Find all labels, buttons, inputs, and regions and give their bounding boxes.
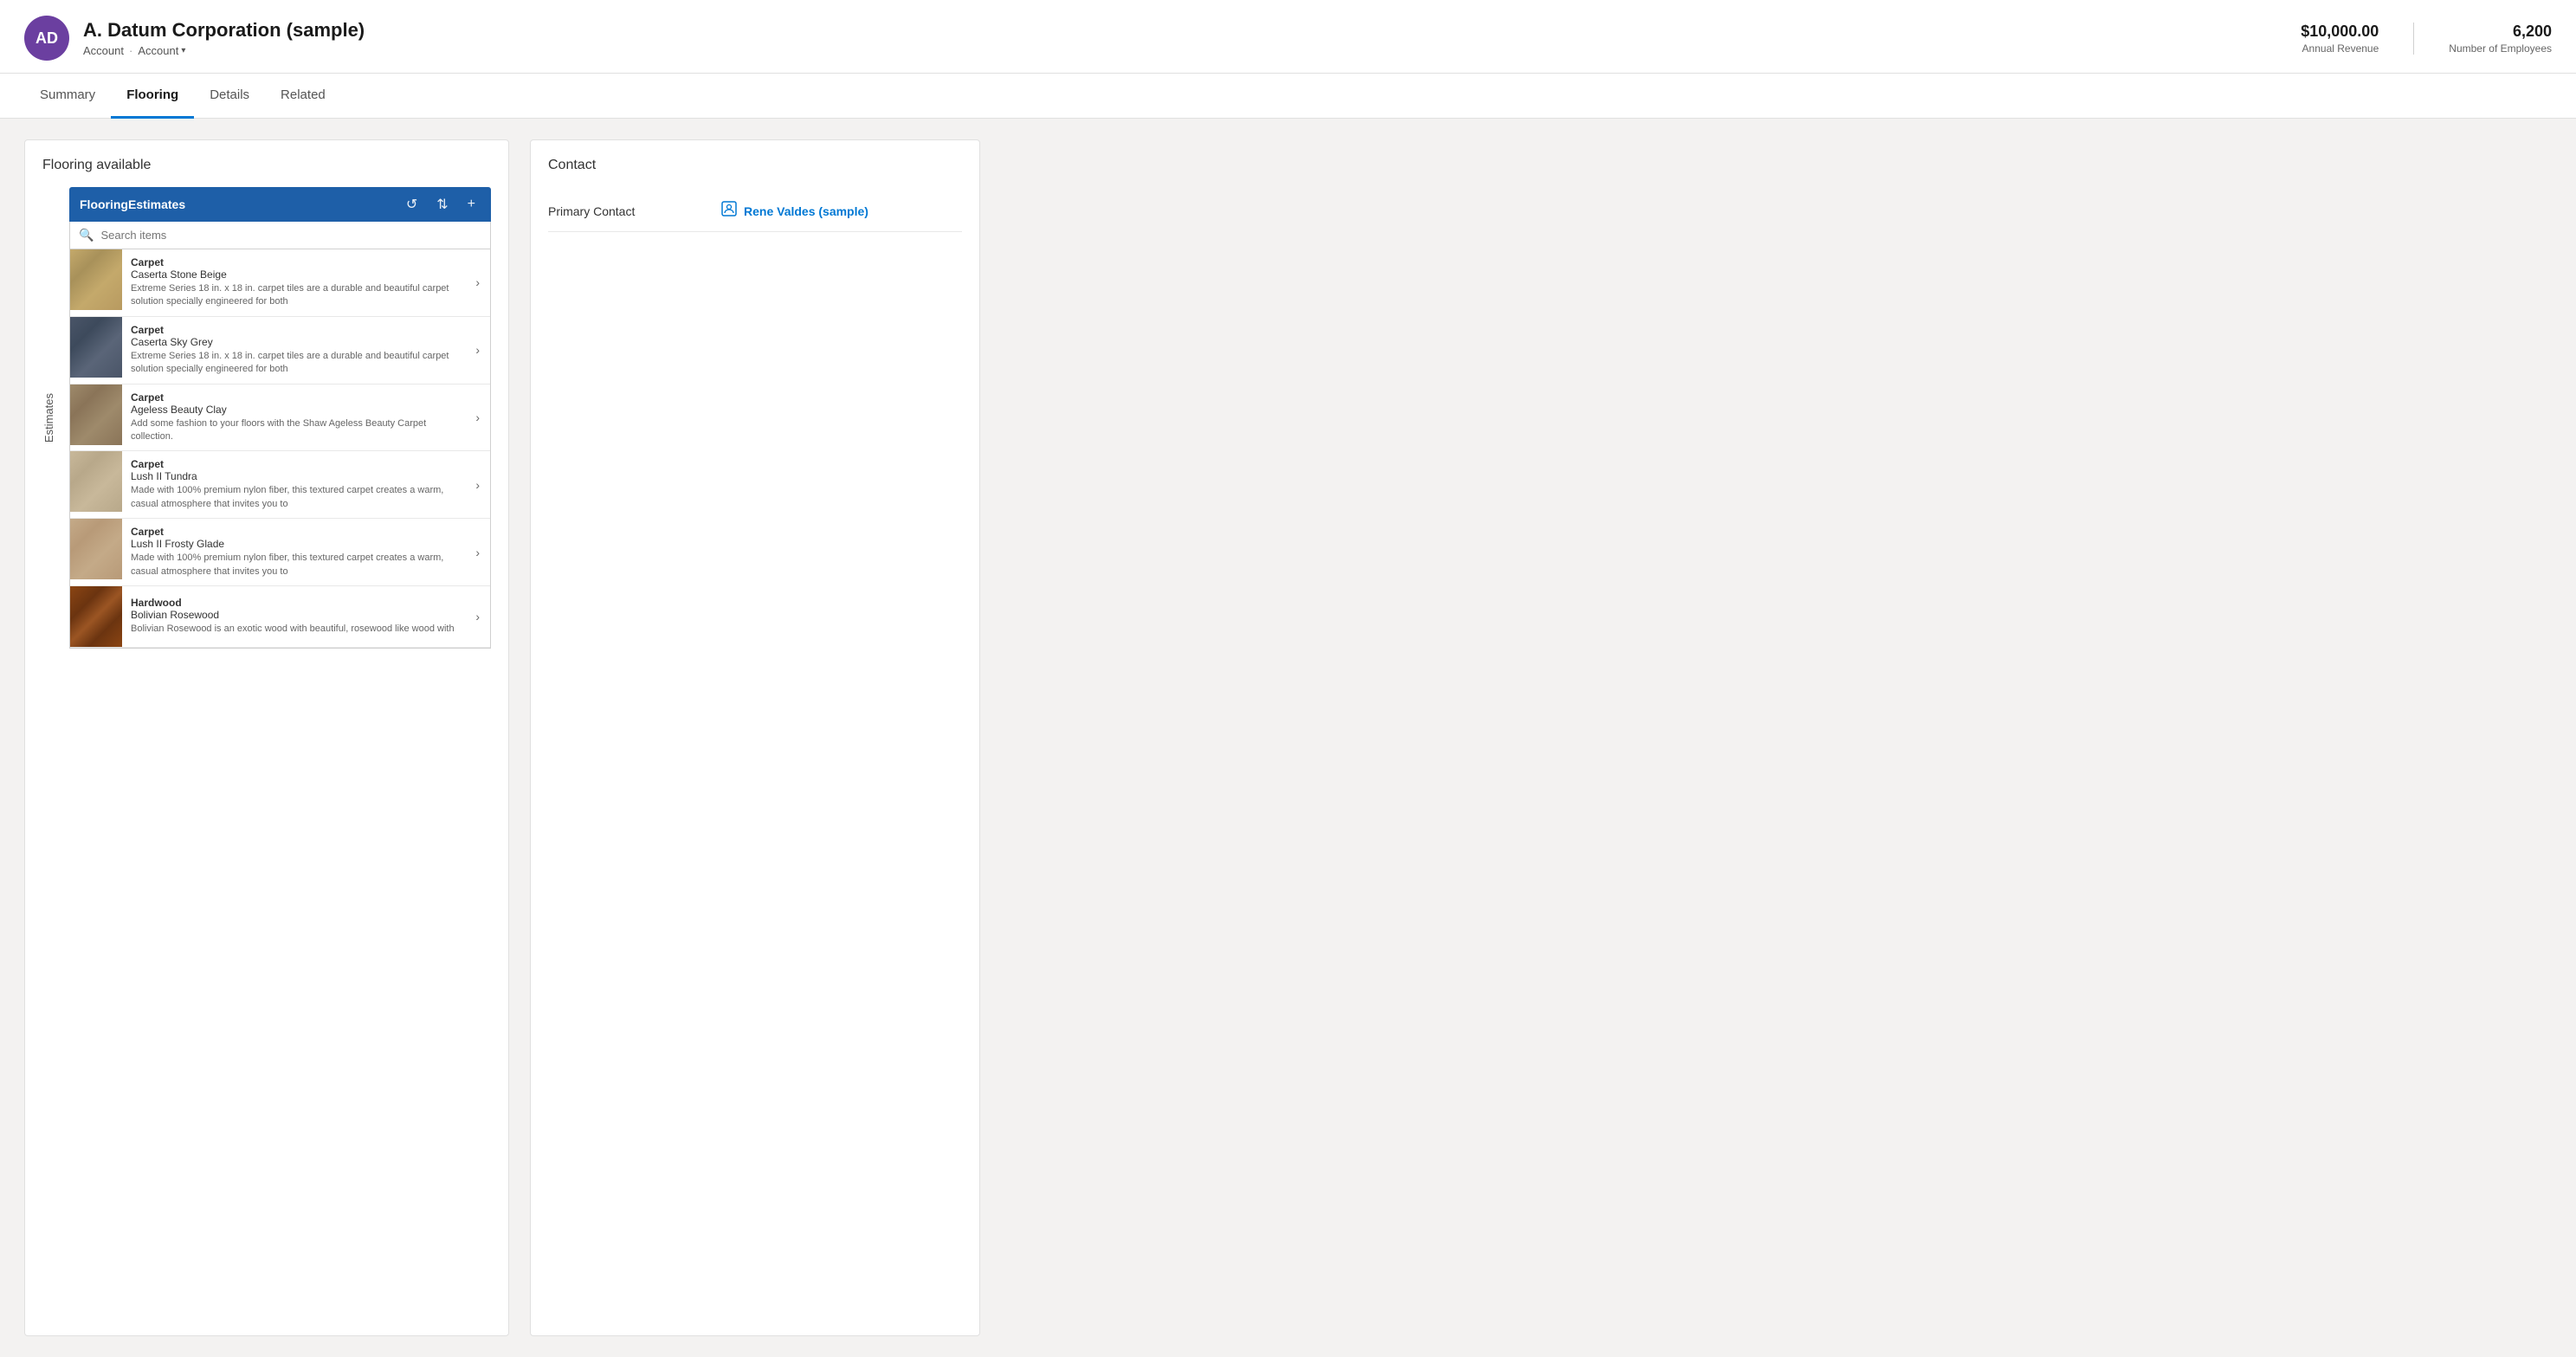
- item-info-5: Hardwood Bolivian Rosewood Bolivian Rose…: [122, 586, 465, 647]
- header-stats: $10,000.00 Annual Revenue 6,200 Number o…: [2301, 23, 2552, 55]
- item-category-0: Carpet: [131, 256, 456, 268]
- item-chevron-0: ›: [465, 249, 490, 316]
- item-desc-2: Add some fashion to your floors with the…: [131, 417, 456, 444]
- breadcrumb: Account · Account ▾: [83, 44, 365, 57]
- avatar: AD: [24, 16, 69, 61]
- item-chevron-5: ›: [465, 586, 490, 647]
- item-desc-5: Bolivian Rosewood is an exotic wood with…: [131, 623, 456, 636]
- header-divider: [2413, 23, 2414, 55]
- contact-person-icon: [721, 201, 737, 221]
- list-item[interactable]: Carpet Caserta Stone Beige Extreme Serie…: [70, 249, 490, 317]
- list-item[interactable]: Carpet Ageless Beauty Clay Add some fash…: [70, 384, 490, 452]
- search-bar: 🔍: [69, 222, 491, 249]
- estimates-content: FlooringEstimates ↺ ⇅ + 🔍: [69, 187, 491, 649]
- item-category-3: Carpet: [131, 458, 456, 470]
- breadcrumb-separator: ·: [129, 44, 132, 57]
- item-desc-3: Made with 100% premium nylon fiber, this…: [131, 484, 456, 511]
- estimates-toolbar-label: FlooringEstimates: [80, 197, 392, 211]
- item-category-4: Carpet: [131, 526, 456, 538]
- tab-summary[interactable]: Summary: [24, 74, 111, 119]
- item-list: Carpet Caserta Stone Beige Extreme Serie…: [69, 249, 491, 649]
- item-category-5: Hardwood: [131, 597, 456, 609]
- item-category-1: Carpet: [131, 324, 456, 336]
- item-thumbnail-2: [70, 384, 122, 445]
- estimates-toolbar: FlooringEstimates ↺ ⇅ +: [69, 187, 491, 222]
- sort-button[interactable]: ⇅: [431, 194, 453, 215]
- employees-value: 6,200: [2449, 23, 2552, 41]
- item-info-0: Carpet Caserta Stone Beige Extreme Serie…: [122, 249, 465, 316]
- item-thumbnail-0: [70, 249, 122, 310]
- flooring-panel: Flooring available Estimates FlooringEst…: [24, 139, 509, 1336]
- header-info: A. Datum Corporation (sample) Account · …: [83, 19, 365, 57]
- refresh-button[interactable]: ↺: [401, 194, 423, 215]
- main-content: Flooring available Estimates FlooringEst…: [0, 119, 2576, 1357]
- header: AD A. Datum Corporation (sample) Account…: [0, 0, 2576, 74]
- annual-revenue-value: $10,000.00: [2301, 23, 2379, 41]
- item-name-0: Caserta Stone Beige: [131, 268, 456, 281]
- contact-panel: Contact Primary Contact Rene Valdes (sam…: [530, 139, 980, 1336]
- search-icon: 🔍: [79, 228, 94, 242]
- item-thumbnail-3: [70, 451, 122, 512]
- tab-related[interactable]: Related: [265, 74, 341, 119]
- contact-row: Primary Contact Rene Valdes (sample): [548, 191, 962, 232]
- item-info-4: Carpet Lush II Frosty Glade Made with 10…: [122, 519, 465, 585]
- item-chevron-1: ›: [465, 317, 490, 384]
- primary-contact-link[interactable]: Rene Valdes (sample): [744, 204, 868, 218]
- flooring-panel-title: Flooring available: [42, 158, 491, 173]
- estimates-side-label: Estimates: [42, 393, 55, 443]
- employees-stat: 6,200 Number of Employees: [2449, 23, 2552, 55]
- list-item[interactable]: Carpet Lush II Frosty Glade Made with 10…: [70, 519, 490, 586]
- tab-details[interactable]: Details: [194, 74, 265, 119]
- item-desc-0: Extreme Series 18 in. x 18 in. carpet ti…: [131, 282, 456, 309]
- list-item[interactable]: Carpet Lush II Tundra Made with 100% pre…: [70, 451, 490, 519]
- annual-revenue-stat: $10,000.00 Annual Revenue: [2301, 23, 2379, 55]
- item-thumbnail-5: [70, 586, 122, 647]
- contact-value: Rene Valdes (sample): [721, 201, 868, 221]
- item-name-3: Lush II Tundra: [131, 470, 456, 482]
- item-name-2: Ageless Beauty Clay: [131, 404, 456, 416]
- item-desc-4: Made with 100% premium nylon fiber, this…: [131, 552, 456, 578]
- page-title: A. Datum Corporation (sample): [83, 19, 365, 42]
- item-category-2: Carpet: [131, 391, 456, 404]
- item-name-1: Caserta Sky Grey: [131, 336, 456, 348]
- annual-revenue-label: Annual Revenue: [2301, 42, 2379, 55]
- list-item[interactable]: Hardwood Bolivian Rosewood Bolivian Rose…: [70, 586, 490, 648]
- item-thumbnail-1: [70, 317, 122, 378]
- list-item[interactable]: Carpet Caserta Sky Grey Extreme Series 1…: [70, 317, 490, 384]
- employees-label: Number of Employees: [2449, 42, 2552, 55]
- chevron-down-icon: ▾: [181, 46, 185, 55]
- item-info-2: Carpet Ageless Beauty Clay Add some fash…: [122, 384, 465, 451]
- item-chevron-3: ›: [465, 451, 490, 518]
- account-dropdown[interactable]: Account ▾: [138, 44, 185, 57]
- item-desc-1: Extreme Series 18 in. x 18 in. carpet ti…: [131, 350, 456, 377]
- item-name-5: Bolivian Rosewood: [131, 609, 456, 621]
- add-button[interactable]: +: [462, 195, 481, 214]
- item-info-1: Carpet Caserta Sky Grey Extreme Series 1…: [122, 317, 465, 384]
- breadcrumb-account2: Account: [138, 44, 178, 57]
- nav-tabs: Summary Flooring Details Related: [0, 74, 2576, 119]
- search-input[interactable]: [100, 229, 481, 242]
- breadcrumb-account1: Account: [83, 44, 124, 57]
- contact-panel-title: Contact: [548, 158, 962, 173]
- item-chevron-4: ›: [465, 519, 490, 585]
- tab-flooring[interactable]: Flooring: [111, 74, 194, 119]
- flooring-panel-body: Estimates FlooringEstimates ↺ ⇅ + 🔍: [42, 187, 491, 649]
- item-name-4: Lush II Frosty Glade: [131, 538, 456, 550]
- primary-contact-label: Primary Contact: [548, 204, 721, 218]
- item-info-3: Carpet Lush II Tundra Made with 100% pre…: [122, 451, 465, 518]
- header-left: AD A. Datum Corporation (sample) Account…: [24, 16, 365, 61]
- item-chevron-2: ›: [465, 384, 490, 451]
- item-thumbnail-4: [70, 519, 122, 579]
